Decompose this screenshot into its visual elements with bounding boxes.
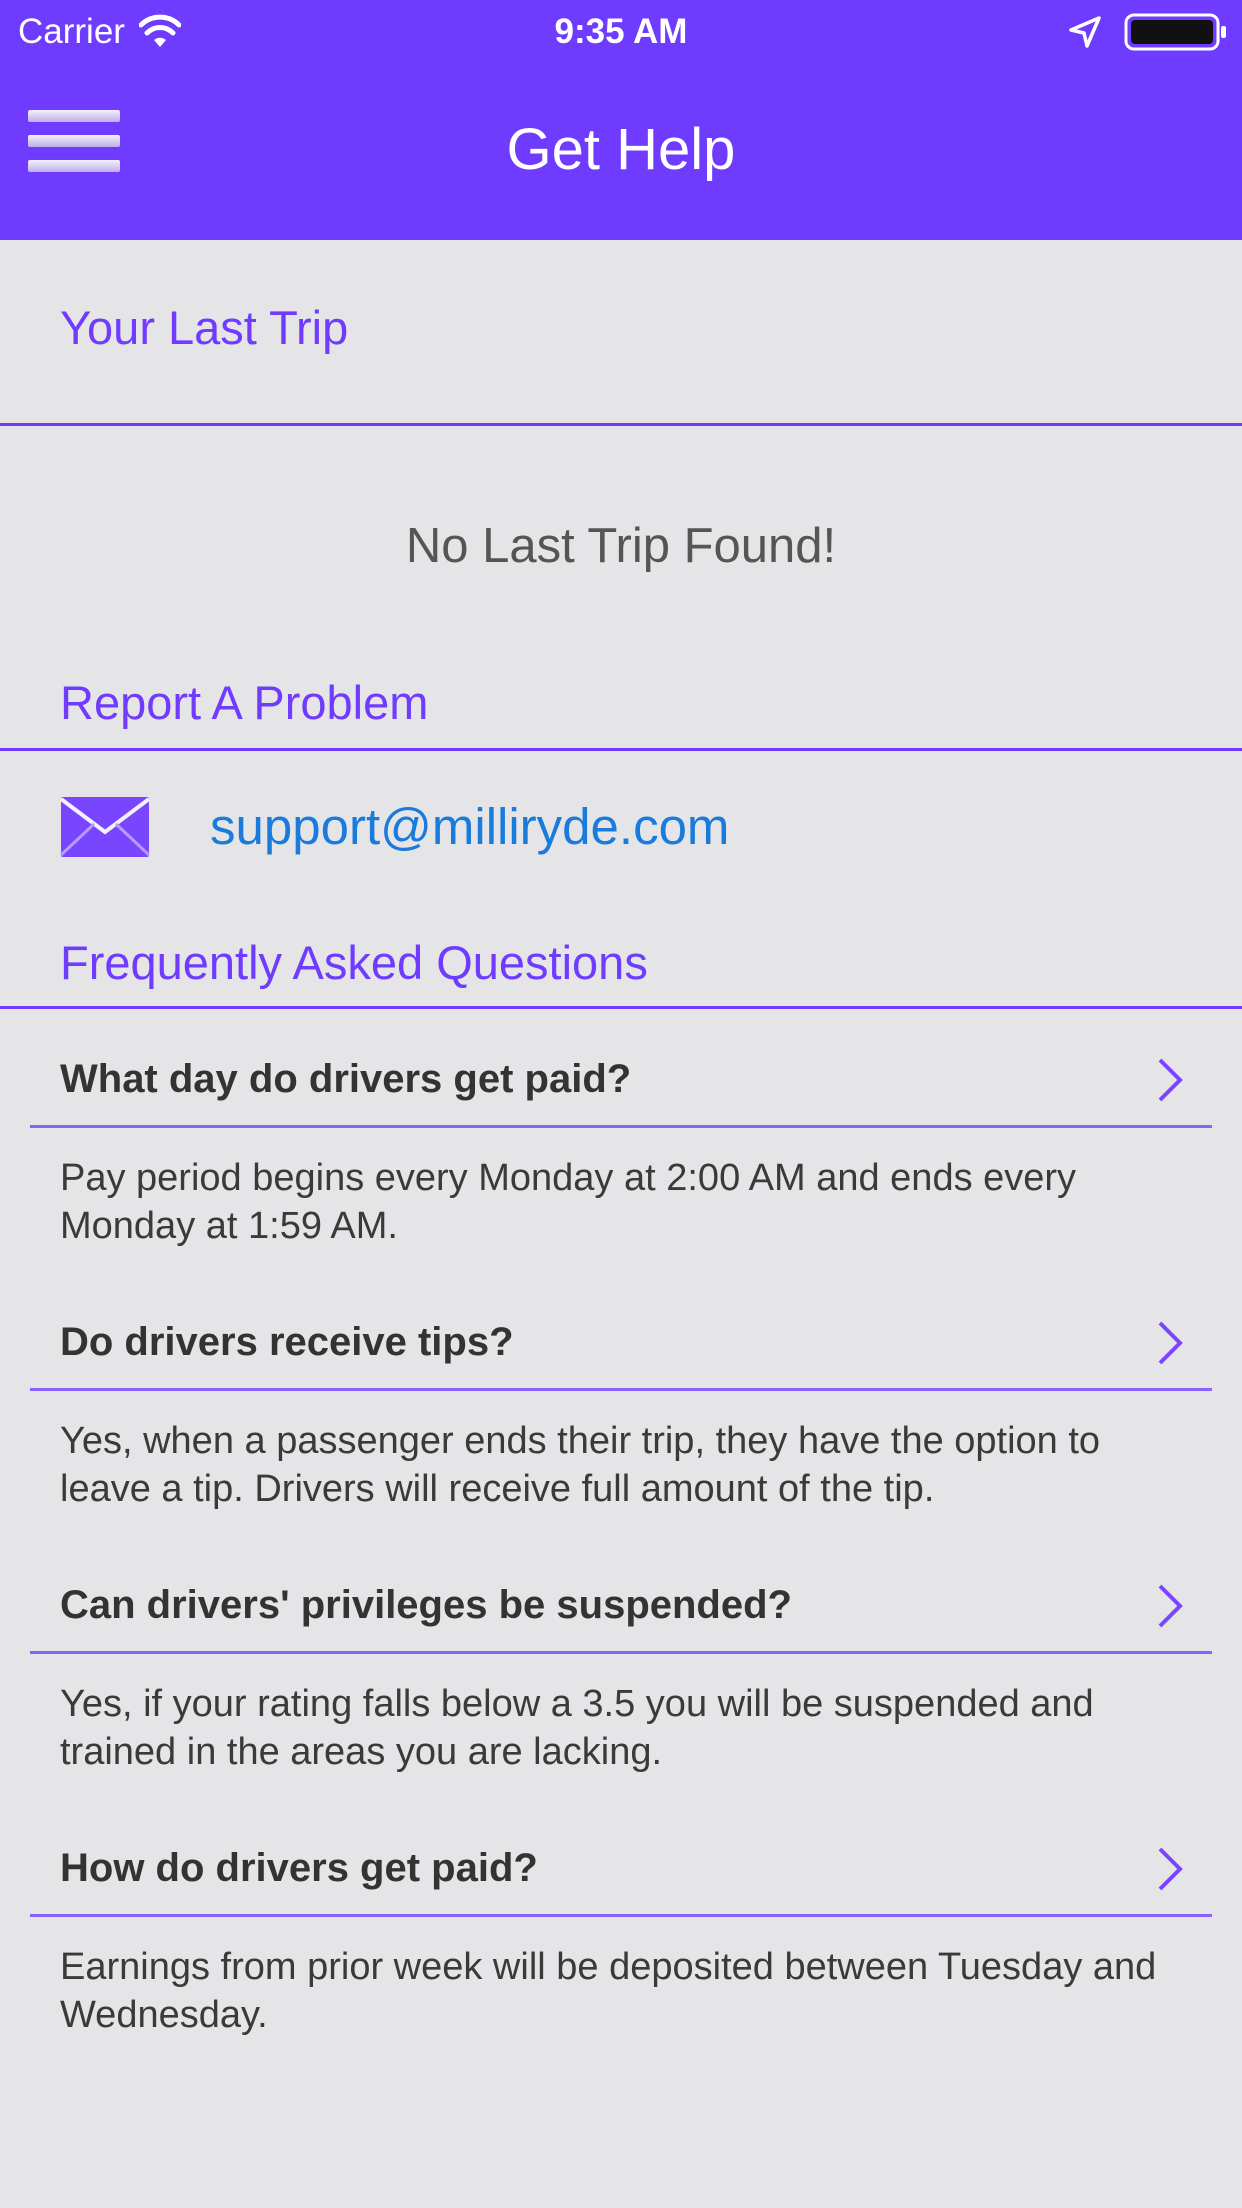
divider (30, 1388, 1212, 1391)
no-last-trip-message: No Last Trip Found! (405, 519, 837, 573)
app-header: Carrier 9:35 AM Get Help (0, 0, 1242, 240)
status-bar-right (1068, 10, 1228, 54)
page-title: Get Help (506, 117, 736, 182)
last-trip-heading: Your Last Trip (60, 301, 349, 354)
faq-answer: Earnings from prior week will be deposit… (60, 1946, 1157, 2036)
report-problem-heading: Report A Problem (60, 676, 429, 729)
divider (0, 423, 1242, 426)
chevron-right-icon[interactable] (1152, 1319, 1186, 1367)
chevron-right-icon[interactable] (1152, 1582, 1186, 1630)
faq-answer: Yes, when a passenger ends their trip, t… (60, 1420, 1101, 1510)
faq-question[interactable]: How do drivers get paid? (60, 1846, 1160, 1891)
chevron-right-icon[interactable] (1152, 1845, 1186, 1893)
faq-question[interactable]: Can drivers' privileges be suspended? (60, 1583, 1160, 1628)
faq-question[interactable]: Do drivers receive tips? (60, 1320, 1160, 1365)
battery-icon (1124, 13, 1226, 51)
status-time: 9:35 AM (554, 12, 688, 51)
divider (0, 1006, 1242, 1009)
faq-answer: Yes, if your rating falls below a 3.5 yo… (60, 1683, 1094, 1773)
divider (30, 1125, 1212, 1128)
faq-answer: Pay period begins every Monday at 2:00 A… (60, 1157, 1077, 1247)
location-arrow-icon (1069, 16, 1101, 48)
divider (30, 1914, 1212, 1917)
chevron-right-icon[interactable] (1152, 1056, 1186, 1104)
support-email-link[interactable]: support@milliryde.com (210, 796, 729, 858)
divider (0, 748, 1242, 751)
faq-question[interactable]: What day do drivers get paid? (60, 1057, 1160, 1102)
mail-icon[interactable] (60, 796, 150, 858)
faq-heading: Frequently Asked Questions (60, 936, 648, 989)
divider (30, 1651, 1212, 1654)
